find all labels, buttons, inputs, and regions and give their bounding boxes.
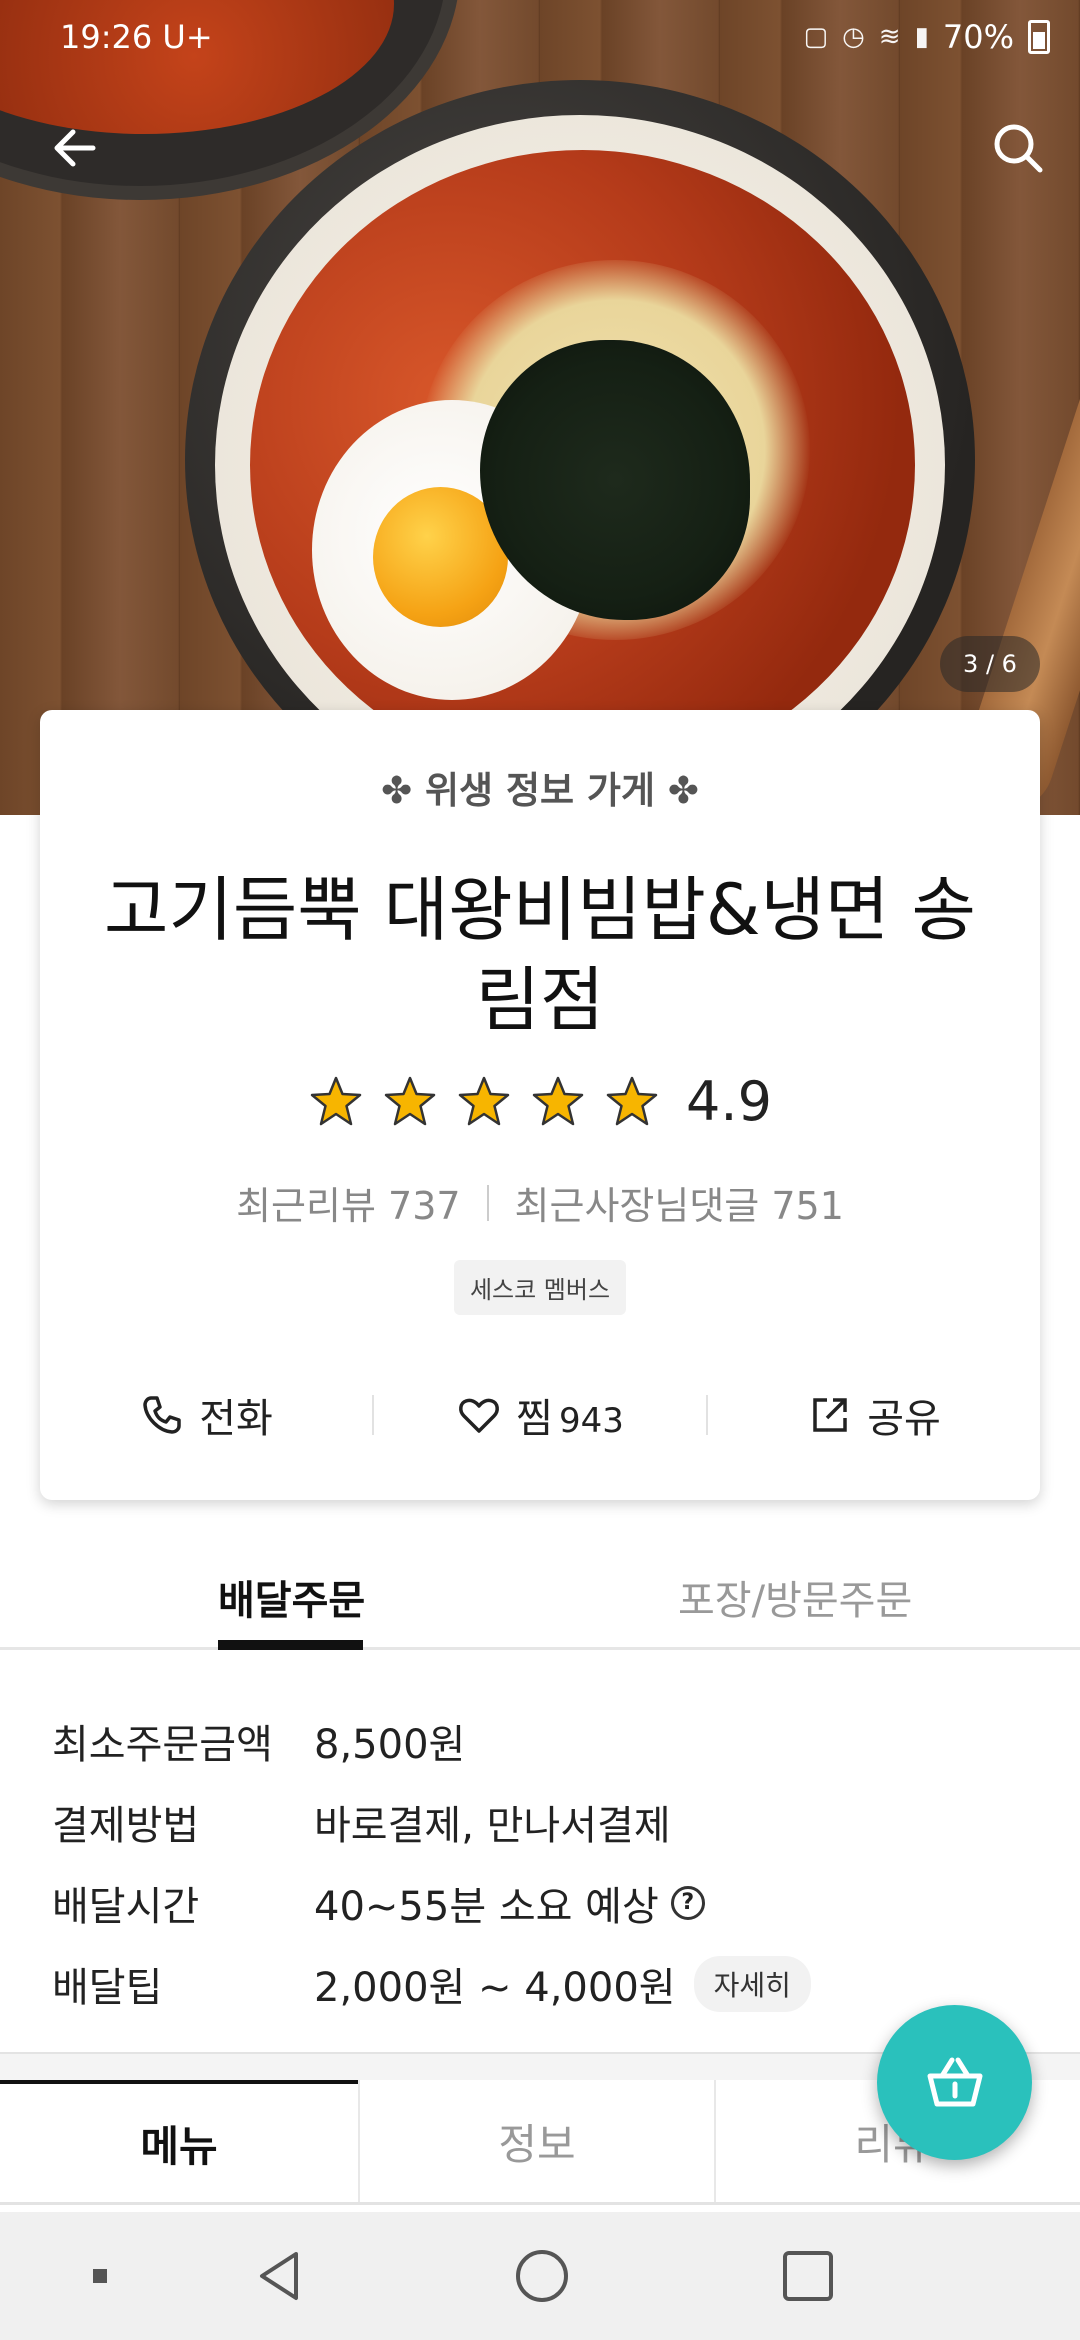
info-row-delivery-tip: 배달팁 2,000원 ~ 4,000원 자세히	[52, 1943, 1028, 2024]
share-icon	[813, 1398, 847, 1432]
search-icon[interactable]	[988, 118, 1048, 178]
image-counter: 3 / 6	[940, 636, 1040, 692]
star-icon	[606, 1076, 658, 1125]
tab-pickup-order[interactable]: 포장/방문주문	[678, 1568, 912, 1626]
share-button[interactable]: 공유	[708, 1386, 1040, 1444]
rating-score: 4.9	[686, 1070, 772, 1133]
store-actions: 전화 찜 943 공유	[40, 1365, 1040, 1465]
battery-percent: 70%	[942, 18, 1014, 56]
phone-icon	[143, 1396, 181, 1434]
star-icon	[384, 1076, 436, 1125]
tab-info[interactable]: 정보	[358, 2080, 714, 2202]
tip-detail-button[interactable]: 자세히	[693, 1955, 811, 2012]
like-count: 943	[558, 1401, 624, 1441]
order-type-tabs: 배달주문 포장/방문주문	[0, 1540, 1080, 1650]
nav-dot-icon[interactable]	[70, 2212, 130, 2340]
delivery-info: 최소주문금액 8,500원 결제방법 바로결제, 만나서결제 배달시간 40~5…	[52, 1700, 1028, 2024]
alarm-icon: ◷	[842, 22, 865, 52]
owner-replies[interactable]: 최근사장님댓글 751	[515, 1175, 844, 1230]
system-nav-bar	[0, 2212, 1080, 2340]
star-icon	[310, 1076, 362, 1125]
rating: 4.9	[40, 1070, 1040, 1133]
store-name: 고기듬뿍 대왕비빔밥&냉면 송림점	[104, 869, 976, 1041]
nav-recents-icon[interactable]	[768, 2212, 848, 2340]
cesco-badge: 세스코 멤버스	[453, 1260, 627, 1315]
divider	[486, 1184, 489, 1221]
battery-icon	[1028, 20, 1050, 54]
cart-button[interactable]	[877, 2005, 1032, 2160]
nav-back-icon[interactable]	[240, 2212, 320, 2340]
heart-icon	[459, 1398, 500, 1433]
hygiene-label[interactable]: ✤ 위생 정보 가게 ✤	[40, 760, 1040, 814]
like-button[interactable]: 찜 943	[374, 1386, 706, 1444]
hero-image[interactable]: 19:26 U+ ▢ ◷ ≋ ▮ 70% 3 / 6	[0, 0, 1080, 815]
nfc-icon: ▢	[803, 22, 829, 52]
back-arrow-icon[interactable]	[45, 118, 105, 178]
nav-home-icon[interactable]	[502, 2212, 582, 2340]
status-time: 19:26 U+	[60, 18, 213, 56]
store-info-card: ✤ 위생 정보 가게 ✤ 고기듬뿍 대왕비빔밥&냉면 송림점 4.9 최근리뷰 …	[40, 710, 1040, 1500]
star-icon	[458, 1076, 510, 1125]
call-button[interactable]: 전화	[40, 1386, 372, 1444]
tab-delivery-order[interactable]: 배달주문	[218, 1568, 365, 1626]
status-bar: 19:26 U+ ▢ ◷ ≋ ▮ 70%	[0, 0, 1080, 75]
review-counts: 최근리뷰 737 최근사장님댓글 751	[40, 1175, 1040, 1230]
wifi-icon: ≋	[878, 22, 901, 52]
signal-icon: ▮	[914, 22, 929, 52]
question-icon[interactable]: ?	[670, 1885, 705, 1920]
info-row-payment: 결제방법 바로결제, 만나서결제	[52, 1802, 671, 1849]
star-icon	[532, 1076, 584, 1125]
info-row-min-order: 최소주문금액 8,500원	[52, 1721, 466, 1768]
tab-indicator	[218, 1640, 363, 1650]
leaf-left-icon: ✤	[381, 769, 413, 812]
cart-icon	[927, 2057, 982, 2106]
recent-reviews[interactable]: 최근리뷰 737	[236, 1175, 460, 1230]
leaf-right-icon: ✤	[667, 769, 699, 812]
info-row-delivery-time: 배달시간 40~55분 소요 예상 ?	[52, 1862, 1028, 1943]
tab-menu[interactable]: 메뉴	[0, 2080, 358, 2202]
